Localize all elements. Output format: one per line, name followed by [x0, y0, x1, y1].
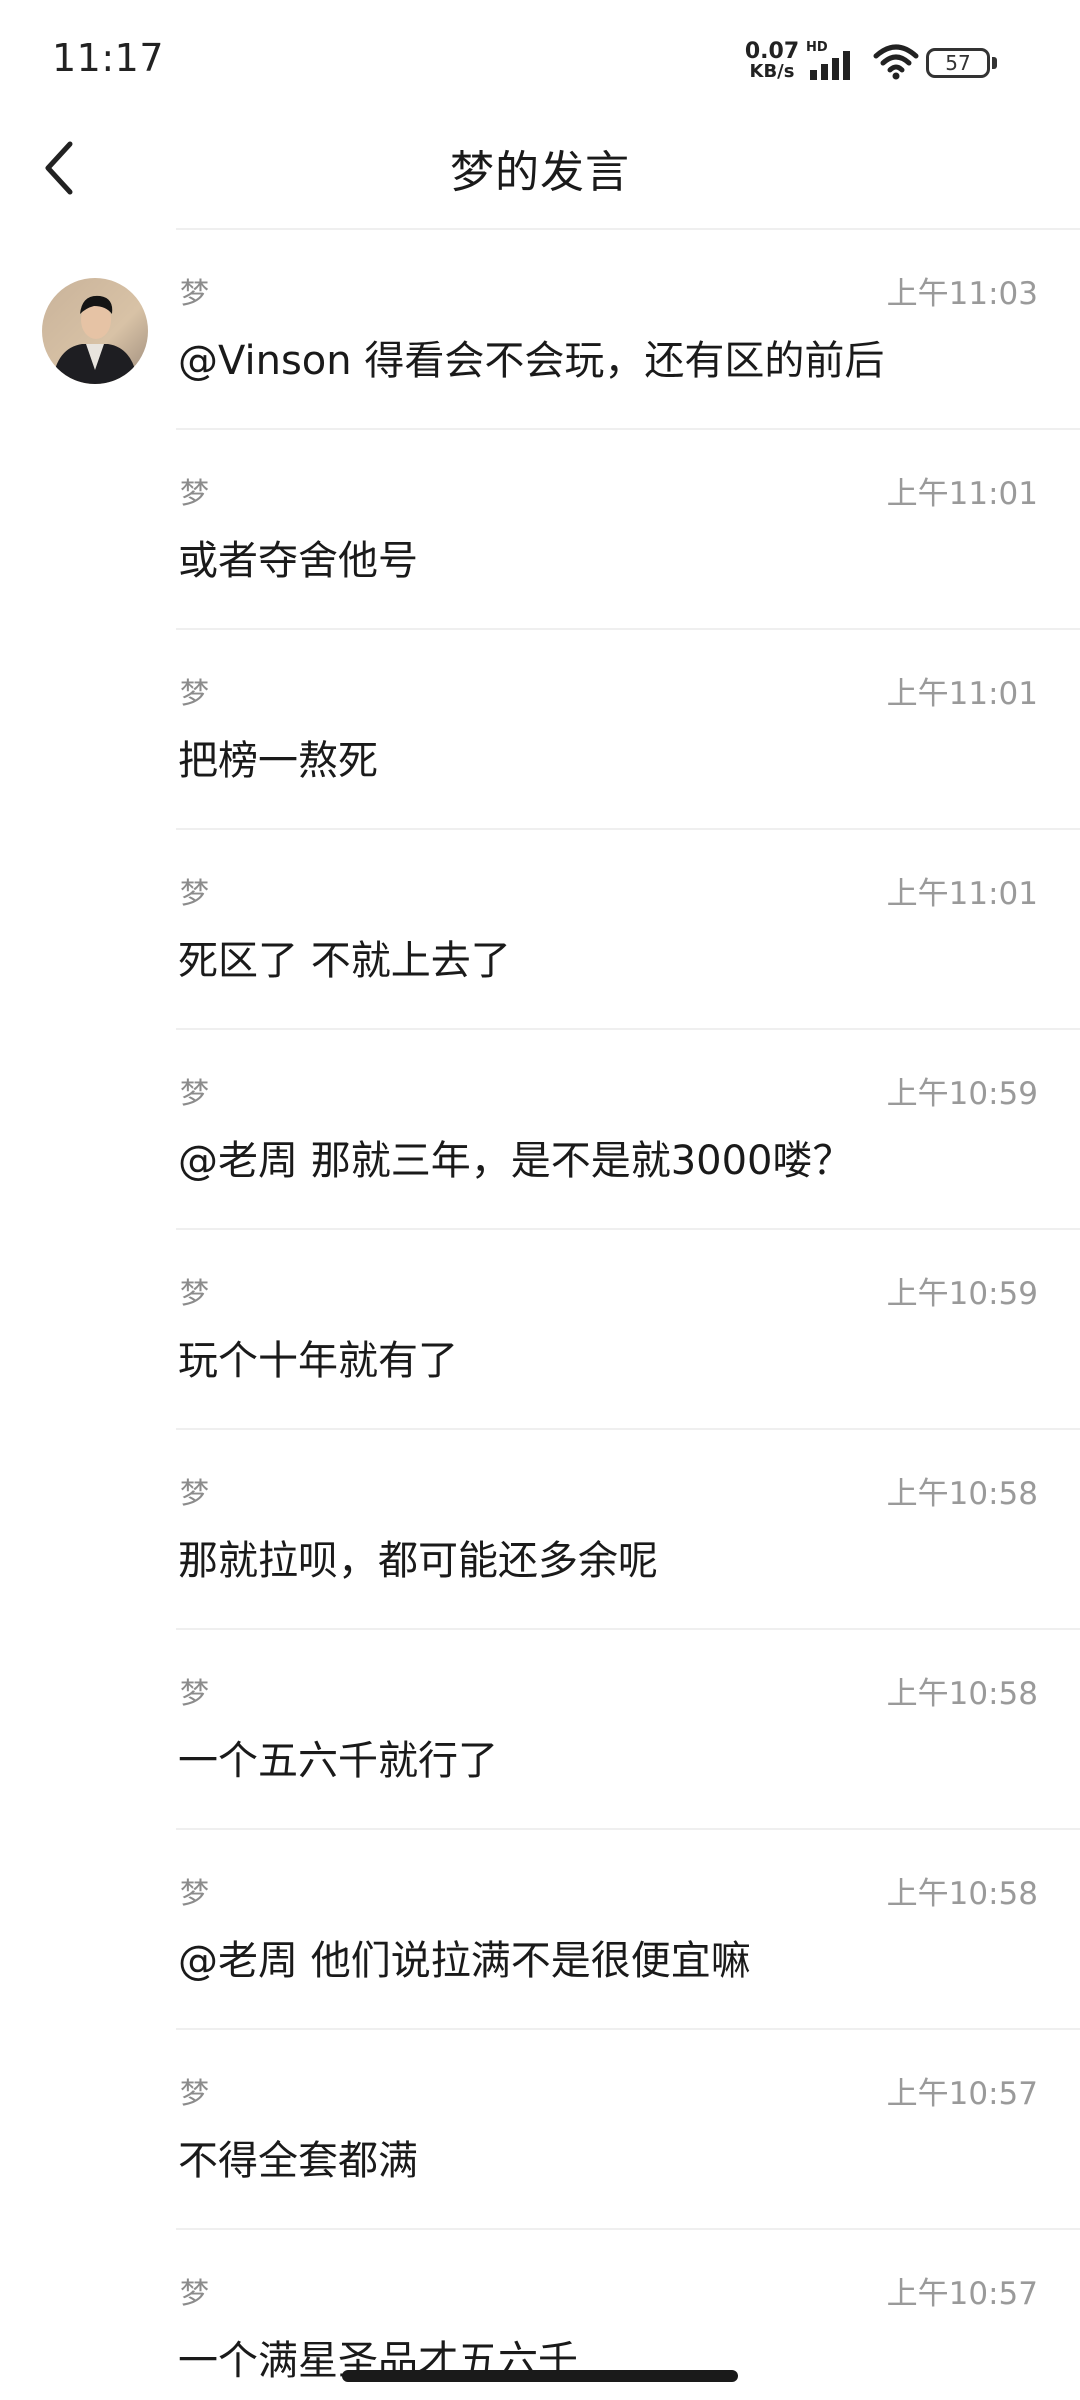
avatar-image	[42, 278, 148, 384]
message-text: 把榜一熬死	[178, 738, 378, 784]
home-indicator[interactable]	[342, 2370, 738, 2382]
message-text: 或者夺舍他号	[178, 538, 418, 584]
screen: 11:17 0.07 KB/s HD 57 梦的发言 梦 上午11:03 @Vi…	[0, 0, 1080, 2400]
message-sender: 梦	[180, 676, 210, 710]
message-text: @Vinson 得看会不会玩，还有区的前后	[178, 338, 885, 384]
message-time: 上午11:03	[886, 276, 1038, 312]
network-speed-value: 0.07	[744, 39, 800, 64]
battery-tip	[992, 57, 997, 69]
message-sender: 梦	[180, 1476, 210, 1510]
battery-icon: 57	[920, 46, 1000, 80]
message-time: 上午10:57	[886, 2076, 1038, 2112]
page-title: 梦的发言	[450, 147, 630, 198]
message-list[interactable]: 梦 上午11:03 @Vinson 得看会不会玩，还有区的前后 梦 上午11:0…	[0, 228, 1080, 2400]
message-sender: 梦	[180, 1676, 210, 1710]
status-time: 11:17	[52, 36, 165, 80]
message-sender: 梦	[180, 1876, 210, 1910]
message-sender: 梦	[180, 276, 210, 310]
header: 梦的发言	[0, 110, 1080, 226]
message-text: @老周 他们说拉满不是很便宜嘛	[178, 1938, 751, 1984]
message-item[interactable]: 梦 上午10:59 @老周 那就三年，是不是就3000喽？	[176, 1028, 1080, 1228]
message-item[interactable]: 梦 上午11:01 死区了 不就上去了	[176, 828, 1080, 1028]
message-sender: 梦	[180, 1276, 210, 1310]
message-text: 不得全套都满	[178, 2138, 418, 2184]
message-time: 上午10:58	[886, 1876, 1038, 1912]
message-item[interactable]: 梦 上午10:58 @老周 他们说拉满不是很便宜嘛	[176, 1828, 1080, 2028]
message-item[interactable]: 梦 上午11:01 把榜一熬死	[176, 628, 1080, 828]
network-speed: 0.07 KB/s	[742, 39, 802, 82]
avatar[interactable]	[42, 278, 148, 384]
message-item[interactable]: 梦 上午10:59 玩个十年就有了	[176, 1228, 1080, 1428]
message-text: 那就拉呗，都可能还多余呢	[178, 1538, 658, 1584]
status-bar: 11:17 0.07 KB/s HD 57	[0, 0, 1080, 110]
message-item[interactable]: 梦 上午11:03 @Vinson 得看会不会玩，还有区的前后	[176, 228, 1080, 428]
message-item[interactable]: 梦 上午10:57 不得全套都满	[176, 2028, 1080, 2228]
message-time: 上午10:58	[886, 1676, 1038, 1712]
message-time: 上午10:59	[886, 1076, 1038, 1112]
wifi-icon	[873, 44, 919, 80]
message-item[interactable]: 梦 上午10:58 那就拉呗，都可能还多余呢	[176, 1428, 1080, 1628]
message-text: 一个五六千就行了	[178, 1738, 498, 1784]
message-time: 上午11:01	[886, 876, 1038, 912]
message-time: 上午10:57	[886, 2276, 1038, 2312]
message-time: 上午11:01	[886, 476, 1038, 512]
message-sender: 梦	[180, 876, 210, 910]
message-sender: 梦	[180, 476, 210, 510]
message-time: 上午11:01	[886, 676, 1038, 712]
message-text: 玩个十年就有了	[178, 1338, 458, 1384]
message-sender: 梦	[180, 2276, 210, 2310]
message-sender: 梦	[180, 2076, 210, 2110]
battery-level: 57	[926, 48, 990, 78]
message-text: @老周 那就三年，是不是就3000喽？	[178, 1138, 853, 1184]
message-time: 上午10:59	[886, 1276, 1038, 1312]
message-item[interactable]: 梦 上午10:58 一个五六千就行了	[176, 1628, 1080, 1828]
cellular-signal-icon	[810, 51, 850, 80]
message-time: 上午10:58	[886, 1476, 1038, 1512]
network-speed-unit: KB/s	[749, 61, 795, 82]
message-sender: 梦	[180, 1076, 210, 1110]
message-text: 死区了 不就上去了	[178, 938, 511, 984]
message-item[interactable]: 梦 上午11:01 或者夺舍他号	[176, 428, 1080, 628]
